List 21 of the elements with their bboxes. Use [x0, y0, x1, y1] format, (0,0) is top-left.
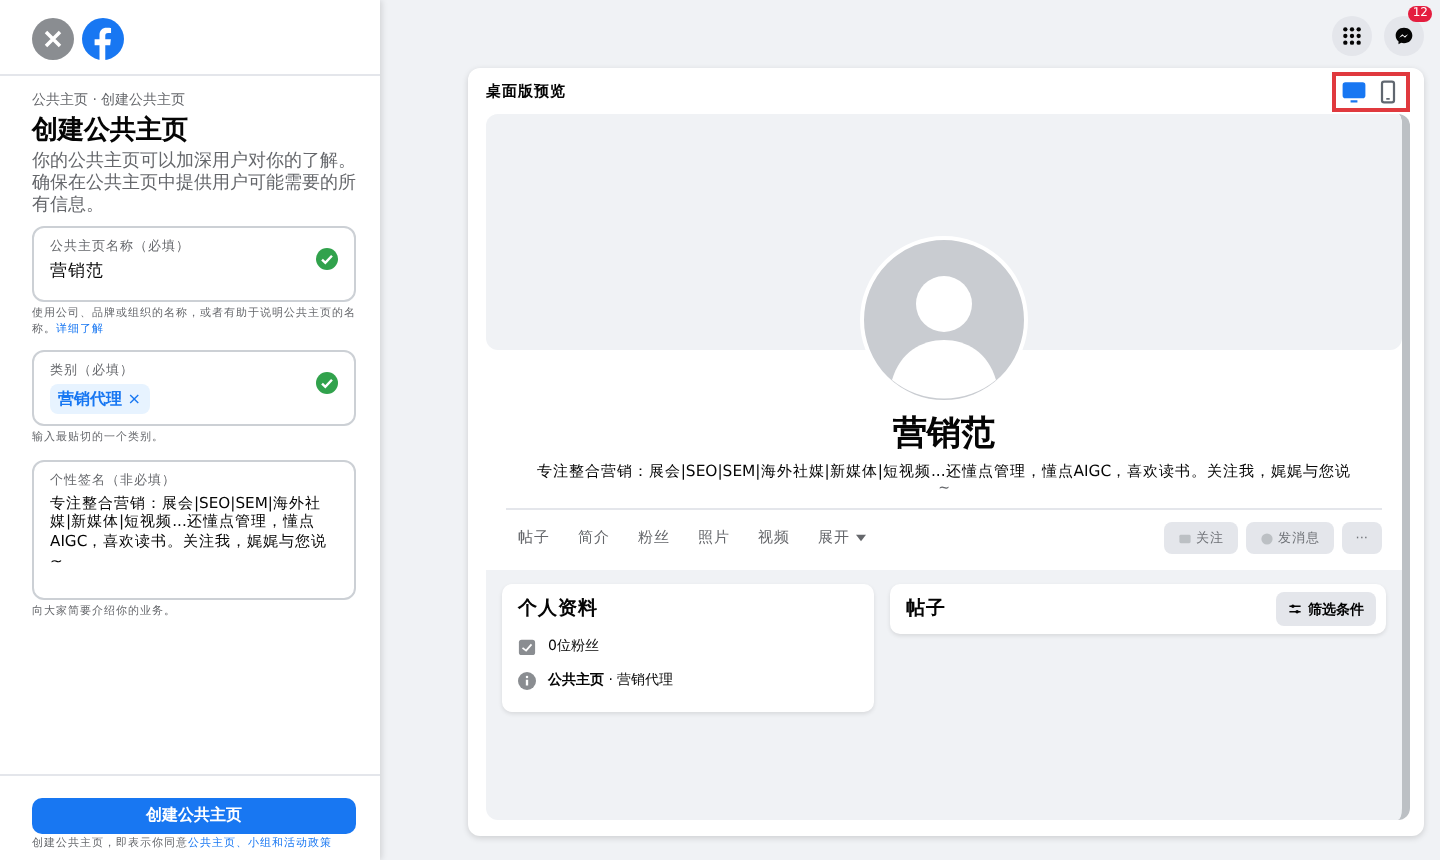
messenger-icon [1394, 26, 1414, 46]
posts-title: 帖子 [906, 596, 946, 622]
create-page-button[interactable]: 创建公共主页 [32, 797, 356, 834]
apps-button[interactable] [1332, 16, 1372, 56]
followers-icon [518, 637, 536, 655]
grid-icon [1342, 26, 1362, 46]
about-title: 个人资料 [518, 596, 600, 622]
messenger-button[interactable] [1384, 16, 1424, 56]
info-icon [518, 671, 536, 689]
desktop-icon[interactable] [1342, 79, 1366, 103]
avatar-icon [860, 236, 1028, 404]
category-tag[interactable]: 营销代理 × [50, 384, 149, 415]
message-icon [1259, 531, 1274, 545]
follow-icon [1177, 531, 1192, 545]
sliders-icon [1288, 602, 1302, 616]
intro-text: 你的公共主页可以加深用户对你的了解。确保在公共主页中提供用户可能需要的所有信息。 [32, 152, 356, 217]
logo-icon[interactable] [82, 18, 124, 60]
mobile-icon[interactable] [1376, 79, 1400, 103]
page-name: 营销范 [893, 412, 995, 456]
page-title: 创建公共主页 [32, 113, 190, 148]
close-icon[interactable] [32, 18, 74, 60]
